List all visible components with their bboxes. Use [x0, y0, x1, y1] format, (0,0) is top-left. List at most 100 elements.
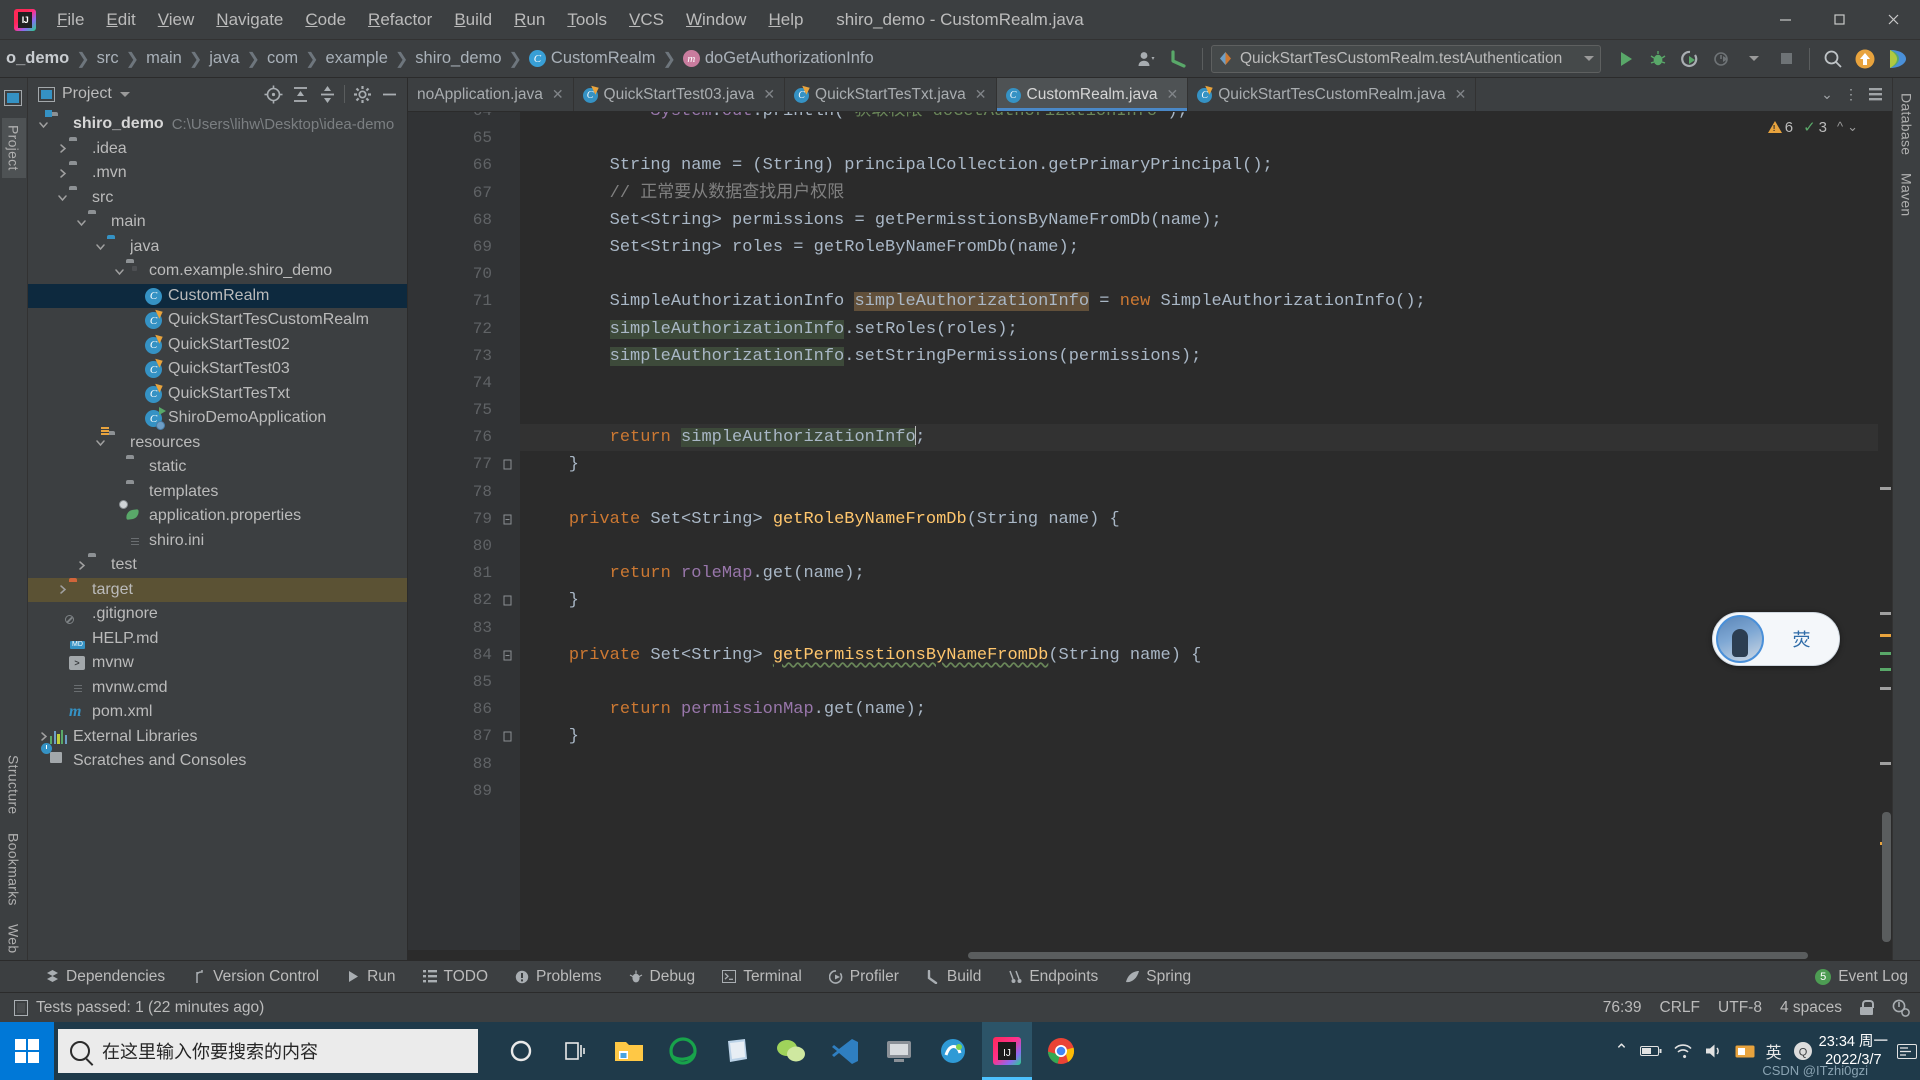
update-project-icon[interactable] [1850, 44, 1880, 74]
tool-window-version-control[interactable]: Version Control [187, 966, 323, 988]
expand-all-icon[interactable] [288, 82, 312, 106]
tree-node-java[interactable]: java [28, 235, 407, 260]
close-icon[interactable]: ✕ [552, 86, 564, 103]
run-configuration-selector[interactable]: QuickStartTesCustomRealm.testAuthenticat… [1211, 44, 1601, 73]
horizontal-scrollbar[interactable] [408, 950, 1892, 960]
code-line[interactable]: SimpleAuthorizationInfo simpleAuthorizat… [520, 288, 1878, 315]
taskbar-file-explorer-icon[interactable] [604, 1022, 654, 1080]
tree-node-shirodemoapplication[interactable]: C ShiroDemoApplication [28, 406, 407, 431]
tool-window-build[interactable]: Build [921, 966, 985, 988]
line-number[interactable]: 69 [408, 234, 520, 261]
tree-node-src[interactable]: src [28, 186, 407, 211]
chevron-right-icon[interactable] [36, 731, 50, 742]
code-line[interactable]: Set<String> permissions = getPermisstion… [520, 207, 1878, 234]
inspection-profile-icon[interactable] [1891, 998, 1910, 1017]
menu-vcs[interactable]: VCS [618, 6, 675, 34]
warning-count[interactable]: 6 [1767, 119, 1793, 136]
code-line[interactable]: private Set<String> getRoleByNameFromDb(… [520, 506, 1878, 533]
fold-end-icon[interactable] [501, 730, 514, 743]
tool-window-todo[interactable]: TODO [418, 966, 493, 988]
profile-button[interactable] [1707, 44, 1737, 74]
code-line[interactable]: } [520, 723, 1878, 750]
user-avatar-icon[interactable] [1132, 44, 1162, 74]
line-number[interactable]: 84 [408, 642, 520, 669]
code-line[interactable]: } [520, 451, 1878, 478]
line-number[interactable]: 68 [408, 207, 520, 234]
chevron-right-icon[interactable] [55, 168, 69, 179]
taskbar-wechat-icon[interactable] [766, 1022, 816, 1080]
taskbar-intellij-idea-icon[interactable]: IJ [982, 1022, 1032, 1080]
fold-start-icon[interactable] [501, 513, 514, 526]
debug-button[interactable] [1643, 44, 1673, 74]
menu-refactor[interactable]: Refactor [357, 6, 443, 34]
tree-node-quickstarttescustomrealm[interactable]: C QuickStartTesCustomRealm [28, 307, 407, 333]
chevron-right-icon[interactable] [55, 143, 69, 154]
rail-tab-database[interactable]: Database [1895, 86, 1919, 162]
menu-help[interactable]: Help [757, 6, 814, 34]
line-number[interactable]: 74 [408, 370, 520, 397]
menu-code[interactable]: Code [294, 6, 357, 34]
tree-node-mvnw-cmd[interactable]: mvnw.cmd [28, 676, 407, 701]
breadcrumb-item-src[interactable]: src [95, 47, 121, 70]
search-everywhere-icon[interactable] [1818, 44, 1848, 74]
tree-node-com-example-shiro-demo[interactable]: com.example.shiro_demo [28, 259, 407, 284]
line-separator[interactable]: CRLF [1660, 999, 1700, 1017]
network-icon[interactable] [1673, 1043, 1693, 1059]
tree-node-help-md[interactable]: MD HELP.md [28, 627, 407, 652]
taskbar-chrome-icon[interactable] [1036, 1022, 1086, 1080]
caret-position[interactable]: 76:39 [1603, 999, 1642, 1017]
chevron-down-icon[interactable] [55, 192, 69, 203]
volume-icon[interactable] [1704, 1043, 1724, 1059]
tree-node-external-libraries[interactable]: External Libraries [28, 725, 407, 750]
locate-icon[interactable] [261, 82, 285, 106]
tree-node-shiro-ini[interactable]: shiro.ini [28, 529, 407, 554]
notification-center-icon[interactable] [1894, 1022, 1920, 1080]
tree-node-target[interactable]: target [28, 577, 407, 602]
tree-node-resources[interactable]: resources [28, 426, 407, 456]
taskbar-navicat-icon[interactable] [928, 1022, 978, 1080]
tree-node-pom-xml[interactable]: m pom.xml [28, 700, 407, 725]
line-number[interactable]: 73 [408, 343, 520, 370]
line-number[interactable]: 76 [408, 424, 520, 451]
code-line[interactable]: System.out.println("获取权限 doGetAuthorizat… [520, 112, 1878, 125]
code-line[interactable] [520, 370, 1878, 397]
tool-window-terminal[interactable]: Terminal [717, 966, 806, 988]
vertical-scrollbar-thumb[interactable] [1882, 812, 1891, 942]
close-icon[interactable]: ✕ [1166, 86, 1178, 103]
line-number[interactable]: 77 [408, 451, 520, 478]
code-line[interactable]: } [520, 587, 1878, 614]
previous-problem-icon[interactable]: ^ [1837, 119, 1843, 135]
tab-options-icon[interactable]: ⋮ [1840, 82, 1862, 108]
file-encoding[interactable]: UTF-8 [1718, 999, 1762, 1017]
code-line[interactable] [520, 533, 1878, 560]
rail-tab-maven[interactable]: Maven [1895, 166, 1919, 224]
inspection-widget[interactable]: 6 ✓ 3 ^ ⌄ [1767, 118, 1858, 136]
rail-tab-web[interactable]: Web [2, 917, 26, 960]
taskbar-task-view-icon[interactable] [550, 1022, 600, 1080]
menu-file[interactable]: File [46, 6, 95, 34]
tool-window-spring[interactable]: Spring [1120, 966, 1195, 988]
menu-edit[interactable]: Edit [95, 6, 146, 34]
line-number[interactable]: 83 [408, 615, 520, 642]
code-line[interactable]: simpleAuthorizationInfo.setStringPermiss… [520, 343, 1878, 370]
error-stripe-marker-bar[interactable] [1878, 112, 1892, 950]
breadcrumb-item-dogetauthorizationinfo[interactable]: m doGetAuthorizationInfo [681, 47, 876, 70]
chevron-down-icon[interactable] [1739, 44, 1769, 74]
menu-tools[interactable]: Tools [556, 6, 618, 34]
code-line[interactable]: return simpleAuthorizationInfo; [520, 424, 1878, 452]
line-number[interactable]: 67 [408, 180, 520, 207]
line-number[interactable]: 71 [408, 288, 520, 315]
editor-tab-quickstarttest03-java[interactable]: C QuickStartTest03.java ✕ [574, 78, 786, 111]
code-line[interactable]: // 正常要从数据查找用户权限 [520, 180, 1878, 207]
editor-tab-noapplication-java[interactable]: noApplication.java ✕ [408, 78, 574, 111]
settings-gear-icon[interactable] [350, 82, 374, 106]
code-line[interactable] [520, 778, 1878, 805]
chevron-down-icon[interactable] [93, 241, 107, 252]
line-number[interactable]: 80 [408, 533, 520, 560]
breadcrumb-item-main[interactable]: main [144, 47, 184, 70]
code-line[interactable] [520, 397, 1878, 424]
breadcrumb-item-example[interactable]: example [324, 47, 390, 70]
taskbar-cortana-icon[interactable] [496, 1022, 546, 1080]
line-number[interactable]: 65 [408, 125, 520, 152]
breadcrumb-item-o-demo[interactable]: o_demo [4, 47, 71, 70]
